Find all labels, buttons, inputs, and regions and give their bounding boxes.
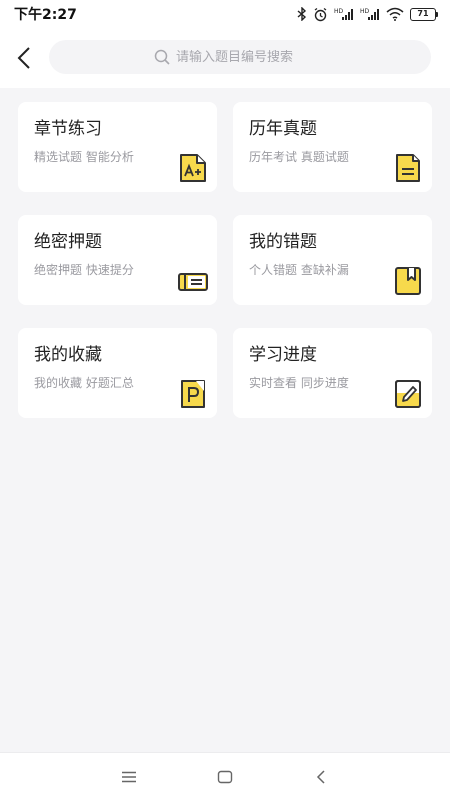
card-title: 绝密押题 (34, 232, 102, 252)
document-icon (396, 154, 420, 182)
chevron-left-icon (17, 47, 30, 69)
search-box[interactable] (49, 40, 431, 74)
card-chapter-practice[interactable]: 章节练习 精选试题 智能分析 (18, 102, 217, 192)
card-title: 我的收藏 (34, 345, 102, 365)
alarm-icon (313, 7, 328, 22)
signal-hd-icon-2: HD (360, 7, 380, 21)
svg-text:HD: HD (360, 8, 370, 15)
battery-level: 71 (410, 7, 436, 21)
card-title: 章节练习 (34, 119, 102, 139)
home-square-icon (217, 770, 233, 783)
system-nav-bar (0, 752, 450, 800)
signal-hd-icon-1: HD (334, 7, 354, 21)
grade-a-plus-icon (180, 154, 206, 182)
menu-icon (122, 771, 136, 782)
card-past-exams[interactable]: 历年真题 历年考试 真题试题 (233, 102, 432, 192)
wifi-icon (386, 7, 404, 21)
bluetooth-icon (297, 7, 307, 21)
pencil-note-icon (395, 380, 421, 408)
status-bar: 下午2:27 HD HD 71 (0, 0, 450, 28)
back-button[interactable] (0, 28, 48, 88)
status-icons: HD HD 71 (297, 7, 438, 22)
menu-nav-button[interactable] (81, 753, 177, 800)
card-secret-questions[interactable]: 绝密押题 绝密押题 快速提分 (18, 215, 217, 305)
back-arrow-icon (316, 769, 325, 784)
card-study-progress[interactable]: 学习进度 实时查看 同步进度 (233, 328, 432, 418)
home-nav-button[interactable] (177, 753, 273, 800)
card-my-mistakes[interactable]: 我的错题 个人错题 查缺补漏 (233, 215, 432, 305)
card-title: 历年真题 (249, 119, 317, 139)
bookmark-book-icon (395, 267, 421, 295)
status-time: 下午2:27 (14, 7, 77, 23)
svg-text:HD: HD (334, 8, 344, 15)
favorite-page-icon (181, 380, 205, 408)
battery-icon: 71 (410, 7, 438, 21)
search-input[interactable] (176, 49, 326, 65)
card-my-favorites[interactable]: 我的收藏 我的收藏 好题汇总 (18, 328, 217, 418)
card-title: 我的错题 (249, 232, 317, 252)
ticket-icon (178, 273, 208, 291)
back-nav-button[interactable] (273, 753, 369, 800)
header (0, 28, 450, 88)
card-title: 学习进度 (249, 345, 317, 365)
search-icon (154, 49, 170, 65)
